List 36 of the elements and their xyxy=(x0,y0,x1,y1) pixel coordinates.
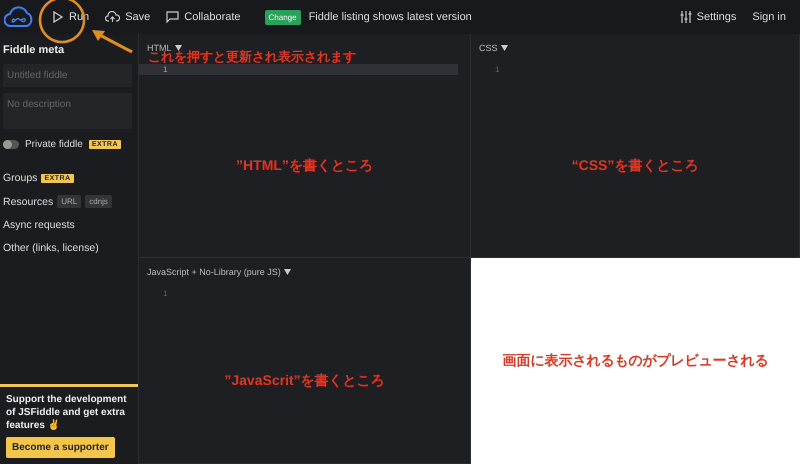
code-line: 1 xyxy=(494,64,500,75)
sidebar-item[interactable]: Resources xyxy=(3,196,54,208)
sign-in-link[interactable]: Sign in xyxy=(746,7,792,27)
caret-icon[interactable] xyxy=(284,269,291,275)
collaborate-button[interactable]: Collaborate xyxy=(160,7,247,27)
annotation-text: “CSS”を書くところ xyxy=(572,157,698,175)
circle-highlight xyxy=(37,0,87,45)
annotation-text: ”JavaScrit”を書くところ xyxy=(224,372,385,390)
sidebar-item[interactable]: Other (links, license) xyxy=(3,242,99,254)
play-icon xyxy=(52,11,64,23)
settings-button[interactable]: Settings xyxy=(674,7,742,27)
language-selector[interactable]: CSS xyxy=(479,43,498,53)
save-button[interactable]: Save xyxy=(99,7,156,27)
toggle-label: Private fiddle xyxy=(25,139,83,150)
code-line: 1 xyxy=(162,288,168,299)
description-field[interactable]: No description xyxy=(3,93,132,129)
title-field[interactable]: Untitled fiddle xyxy=(3,64,132,87)
supporter-button[interactable]: Become a supporter xyxy=(6,437,115,458)
sidebar-item[interactable]: Async requests xyxy=(3,219,75,231)
caret-icon[interactable] xyxy=(500,45,508,51)
sidebar-title: Fiddle meta xyxy=(3,44,66,56)
toggle-switch[interactable] xyxy=(3,140,19,149)
support-text: Support the development of JSFiddle and get extra features ✌ xyxy=(6,393,128,432)
annotation-text: 画面に表示されるものがプレビューされる xyxy=(502,352,768,370)
annotation-text: ”HTML”を書くところ xyxy=(236,157,373,175)
language-selector[interactable]: JavaScript + No-Library (pure JS) xyxy=(147,267,281,277)
cloud-upload-icon xyxy=(105,11,120,23)
status-text: Fiddle listing shows latest version xyxy=(308,11,472,23)
sidebar-item[interactable]: Groups xyxy=(3,172,38,184)
caret-icon[interactable] xyxy=(174,45,182,51)
chat-icon xyxy=(166,11,180,23)
cloud-logo-icon[interactable] xyxy=(4,6,34,28)
resource-tag[interactable]: URL xyxy=(57,195,82,208)
resource-tag[interactable]: cdnjs xyxy=(85,195,112,208)
sliders-icon xyxy=(680,11,692,23)
arrow xyxy=(90,28,134,54)
